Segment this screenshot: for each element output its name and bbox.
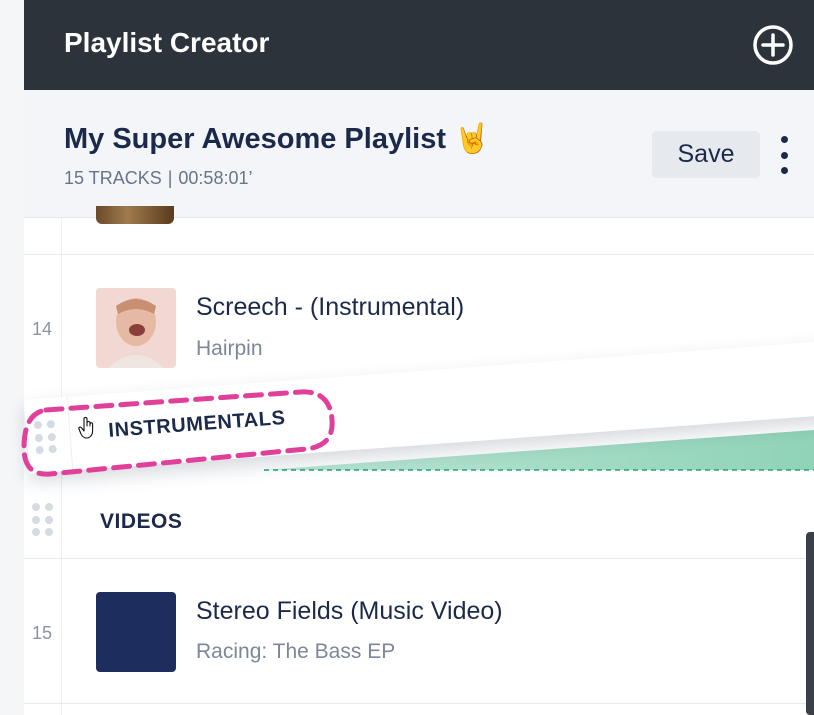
album-art-solid bbox=[96, 592, 176, 672]
playlist-header: My Super Awesome Playlist 🤘 15 TRACKS | 00:… bbox=[24, 90, 814, 218]
track-title: Stereo Fields (Music Video) bbox=[196, 597, 503, 625]
row-divider bbox=[24, 703, 814, 704]
save-button[interactable]: Save bbox=[652, 131, 760, 178]
grab-hand-cursor-icon bbox=[78, 417, 94, 439]
rock-hand-emoji: 🤘 bbox=[453, 123, 491, 155]
section-videos[interactable]: VIDEOS bbox=[24, 483, 814, 559]
track-artist: Racing: The Bass EP bbox=[196, 640, 396, 663]
playlist-title-text: My Super Awesome Playlist bbox=[64, 123, 446, 155]
drag-handle-icon[interactable] bbox=[32, 503, 54, 537]
track-title: Screech - (Instrumental) bbox=[196, 293, 465, 321]
left-gutter bbox=[0, 0, 24, 715]
track-artist: Hairpin bbox=[196, 337, 263, 360]
row-divider bbox=[24, 558, 814, 559]
track-number: 14 bbox=[31, 319, 53, 339]
track-count: 15 TRACKS bbox=[64, 168, 162, 188]
playlist-meta: 15 TRACKS | 00:58:01’ bbox=[64, 168, 252, 189]
app-title: Playlist Creator bbox=[64, 27, 270, 58]
row-divider bbox=[24, 254, 814, 255]
plus-circle-icon[interactable] bbox=[752, 24, 794, 66]
track-number: 15 bbox=[31, 623, 53, 643]
section-label-videos: VIDEOS bbox=[100, 510, 183, 533]
app-header: Playlist Creator bbox=[24, 0, 814, 90]
album-art-photo bbox=[96, 288, 176, 368]
scrollbar[interactable] bbox=[806, 532, 814, 715]
section-label-instrumentals: INSTRUMENTALS bbox=[107, 406, 287, 442]
partial-album-art bbox=[96, 206, 174, 224]
playlist-duration: 00:58:01’ bbox=[178, 168, 253, 188]
vertical-ellipsis-icon[interactable] bbox=[776, 136, 792, 174]
playlist-title: My Super Awesome Playlist 🤘 bbox=[64, 122, 490, 156]
drag-handle-icon[interactable] bbox=[33, 419, 58, 456]
meta-separator: | bbox=[167, 168, 173, 188]
